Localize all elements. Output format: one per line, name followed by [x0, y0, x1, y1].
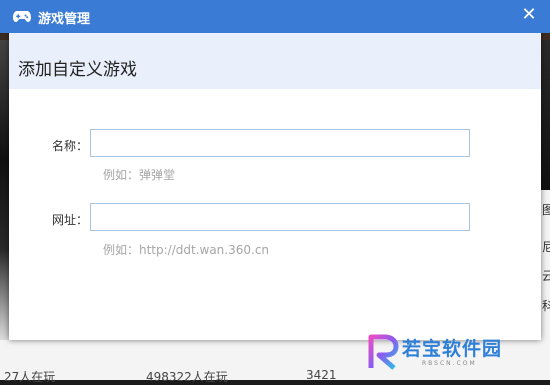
- name-input[interactable]: [90, 129, 470, 157]
- background-text-fragment: 图: [542, 203, 550, 217]
- name-field-hint: 例如：弹弹堂: [103, 168, 176, 182]
- name-field-label: 名称：: [52, 139, 89, 153]
- watermark-subtext: RBSCN.COM: [422, 360, 477, 367]
- dialog-heading: 添加自定义游戏: [18, 60, 137, 80]
- background-app-right-strip: 图 尼 云 科: [541, 40, 550, 340]
- url-field-label: 网址：: [52, 213, 89, 227]
- background-player-count: 27人在玩: [4, 370, 56, 384]
- gamepad-icon: [13, 11, 31, 22]
- watermark-text: 若宝软件园: [402, 338, 503, 360]
- url-input[interactable]: [90, 203, 470, 231]
- background-app-left-strip: [0, 40, 9, 340]
- background-text-fragment: 科: [542, 299, 550, 313]
- r-logo-icon: [368, 334, 399, 370]
- dialog-header: 添加自定义游戏: [9, 33, 541, 89]
- url-field-hint: 例如：http://ddt.wan.360.cn: [103, 243, 270, 257]
- window-title: 游戏管理: [38, 12, 91, 27]
- watermark: 若宝软件园 RBSCN.COM: [366, 330, 536, 376]
- close-icon: ✕: [521, 4, 537, 25]
- background-text-fragment: 尼: [542, 240, 550, 254]
- close-button[interactable]: ✕: [520, 4, 538, 26]
- dialog-titlebar[interactable]: 游戏管理 ✕: [0, 0, 550, 33]
- background-player-count: 498322人在玩: [146, 370, 228, 384]
- background-text-fragment: 云: [542, 269, 550, 283]
- add-custom-game-dialog: 游戏管理 ✕ 添加自定义游戏 名称： 例如：弹弹堂 网址： 例如：http://…: [0, 0, 550, 340]
